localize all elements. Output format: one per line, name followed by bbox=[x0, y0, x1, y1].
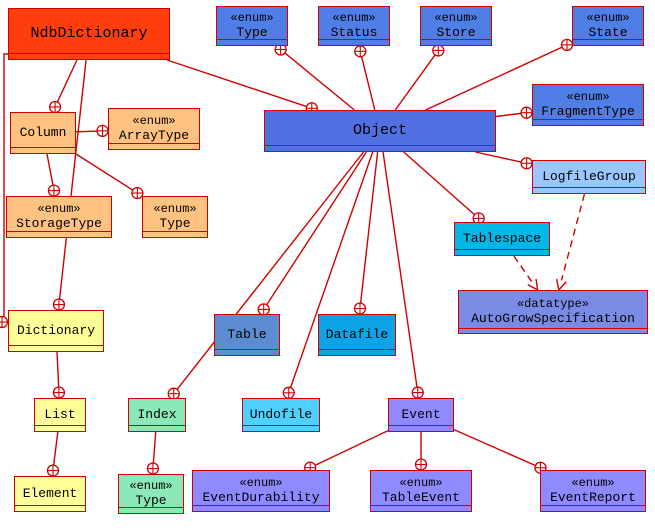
class-name: State bbox=[588, 25, 627, 41]
class-name: Status bbox=[331, 25, 378, 41]
class-name: Type bbox=[236, 25, 267, 41]
uml-box-index: Index bbox=[128, 398, 186, 432]
edge-object-to-table bbox=[258, 152, 366, 315]
class-name: Element bbox=[23, 486, 78, 502]
class-name: EventReport bbox=[550, 490, 636, 506]
class-name: ArrayType bbox=[119, 128, 189, 144]
uml-box-enum_status: «enum»Status bbox=[318, 6, 390, 46]
stereotype-label: «enum» bbox=[399, 477, 442, 490]
edge-list-to-element bbox=[47, 432, 58, 476]
class-name: Tablespace bbox=[463, 231, 541, 247]
edge-object-to-logfilegroup bbox=[475, 152, 532, 169]
edge-object-to-tablespace bbox=[404, 152, 484, 224]
stereotype-label: «enum» bbox=[434, 12, 477, 25]
edge-tablespace-to-autogrow bbox=[514, 256, 538, 290]
edge-index-to-enum_type_green bbox=[147, 432, 158, 474]
uml-box-element: Element bbox=[14, 476, 86, 512]
stereotype-label: «enum» bbox=[37, 203, 80, 216]
uml-box-column: Column bbox=[10, 112, 76, 154]
uml-box-list: List bbox=[34, 398, 86, 432]
class-name: Type bbox=[135, 493, 166, 509]
uml-box-enum_state: «enum»State bbox=[572, 6, 644, 46]
class-name: Type bbox=[159, 216, 190, 232]
class-name: Table bbox=[227, 327, 266, 343]
uml-box-enum_tableevent: «enum»TableEvent bbox=[370, 470, 472, 512]
class-name: FragmentType bbox=[541, 104, 635, 120]
stereotype-label: «enum» bbox=[129, 480, 172, 493]
edge-ndbdictionary-to-dictionary bbox=[53, 60, 86, 310]
edge-column-to-enum_type_orange bbox=[76, 154, 143, 199]
class-name: Column bbox=[20, 125, 67, 141]
class-name: List bbox=[44, 407, 75, 423]
uml-box-enum_arraytype: «enum»ArrayType bbox=[108, 108, 200, 150]
class-name: Event bbox=[401, 407, 440, 423]
edge-ndbdictionary-to-dictionary-left bbox=[0, 54, 8, 328]
uml-box-enum_fragmenttype: «enum»FragmentType bbox=[532, 84, 644, 126]
edge-object-to-enum_fragmenttype bbox=[496, 107, 532, 118]
class-name: Dictionary bbox=[17, 323, 95, 339]
uml-box-enum_store: «enum»Store bbox=[420, 6, 492, 46]
uml-box-enum_storagetype: «enum»StorageType bbox=[6, 196, 112, 238]
stereotype-label: «enum» bbox=[571, 477, 614, 490]
uml-box-logfilegroup: LogfileGroup bbox=[532, 160, 646, 194]
edge-event-to-enum_eventdurab bbox=[305, 431, 388, 473]
stereotype-label: «enum» bbox=[566, 91, 609, 104]
stereotype-label: «enum» bbox=[132, 115, 175, 128]
stereotype-label: «enum» bbox=[586, 12, 629, 25]
uml-box-table: Table bbox=[214, 314, 280, 356]
stereotype-label: «enum» bbox=[230, 12, 273, 25]
uml-box-enum_eventdurab: «enum»EventDurability bbox=[192, 470, 330, 512]
edge-object-to-enum_type_top bbox=[275, 44, 354, 110]
edge-object-to-datafile bbox=[354, 152, 377, 314]
edge-object-to-enum_store bbox=[395, 45, 444, 110]
class-name: Index bbox=[137, 407, 176, 423]
uml-box-enum_type_top: «enum»Type bbox=[216, 6, 288, 46]
class-name: Store bbox=[436, 25, 475, 41]
stereotype-label: «enum» bbox=[239, 477, 282, 490]
uml-box-tablespace: Tablespace bbox=[454, 222, 550, 256]
edge-event-to-enum_eventreport bbox=[454, 430, 546, 474]
edge-dictionary-to-list bbox=[53, 352, 64, 398]
edge-column-to-enum_storagetype bbox=[47, 154, 59, 196]
uml-box-undofile: Undofile bbox=[242, 398, 320, 432]
edge-event-to-enum_tableevent bbox=[416, 432, 427, 470]
class-name: StorageType bbox=[16, 216, 102, 232]
edge-object-to-enum_status bbox=[355, 46, 375, 110]
uml-box-enum_eventreport: «enum»EventReport bbox=[540, 470, 646, 512]
uml-box-ndbdictionary: NdbDictionary bbox=[8, 8, 170, 60]
class-name: Object bbox=[353, 122, 407, 140]
class-name: EventDurability bbox=[202, 490, 319, 506]
edge-ndbdictionary-to-column bbox=[50, 60, 77, 113]
class-name: AutoGrowSpecification bbox=[471, 311, 635, 327]
stereotype-label: «datatype» bbox=[517, 298, 589, 311]
stereotype-label: «enum» bbox=[153, 203, 196, 216]
uml-box-object: Object bbox=[264, 110, 496, 152]
class-name: Undofile bbox=[250, 407, 312, 423]
edge-object-to-undofile bbox=[283, 152, 372, 398]
edge-object-to-event bbox=[383, 152, 423, 398]
edge-object-to-index bbox=[168, 152, 363, 399]
uml-box-event: Event bbox=[388, 398, 454, 432]
edge-column-to-enum_arraytype bbox=[76, 125, 108, 136]
uml-box-datafile: Datafile bbox=[318, 314, 396, 356]
class-name: TableEvent bbox=[382, 490, 460, 506]
stereotype-label: «enum» bbox=[332, 12, 375, 25]
class-name: LogfileGroup bbox=[542, 169, 636, 185]
uml-box-autogrow: «datatype»AutoGrowSpecification bbox=[458, 290, 648, 334]
uml-box-enum_type_orange: «enum»Type bbox=[142, 196, 208, 238]
uml-box-enum_type_green: «enum»Type bbox=[118, 474, 184, 514]
edge-logfilegroup-to-autogrow bbox=[557, 194, 585, 290]
uml-box-dictionary: Dictionary bbox=[8, 310, 104, 352]
class-name: NdbDictionary bbox=[30, 25, 147, 43]
class-name: Datafile bbox=[326, 327, 388, 343]
edge-ndbdictionary-to-object bbox=[167, 60, 317, 114]
